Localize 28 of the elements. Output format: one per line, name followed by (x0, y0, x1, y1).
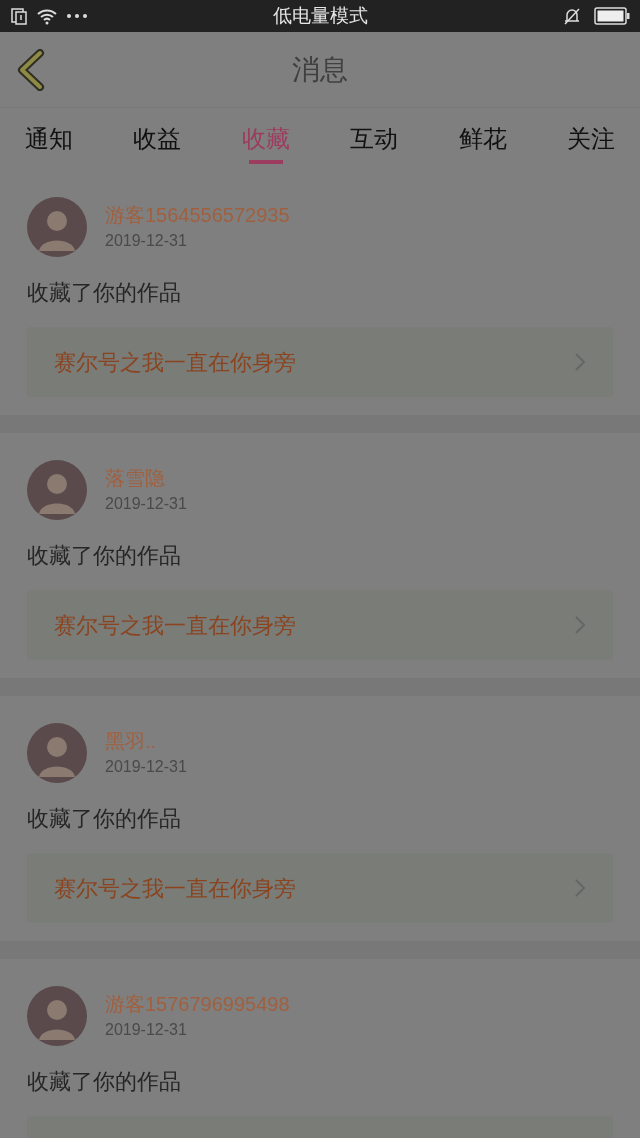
avatar-icon (27, 723, 87, 783)
user-name[interactable]: 落雪隐 (105, 466, 187, 490)
user-name[interactable]: 黑羽.. (105, 729, 187, 753)
avatar-icon (27, 986, 87, 1046)
tab[interactable]: 关注 (566, 108, 615, 170)
page-title: 消息 (292, 52, 348, 87)
sim-icon (10, 7, 28, 25)
tab[interactable]: 收藏 (241, 108, 290, 170)
message-text: 收藏了你的作品 (27, 1068, 182, 1096)
tab[interactable]: 互动 (350, 108, 399, 170)
work-link[interactable]: 赛尔号之我一直在你身旁 (27, 853, 613, 923)
tab[interactable]: 鲜花 (458, 108, 507, 170)
avatar-icon (27, 460, 87, 520)
work-link[interactable]: 赛尔号之我一直在你身旁 (27, 327, 613, 397)
avatar-icon (27, 197, 87, 257)
status-text: 低电量模式 (272, 3, 368, 28)
message-text: 收藏了你的作品 (27, 279, 182, 307)
tab[interactable]: 收益 (133, 108, 182, 170)
battery-icon (594, 7, 630, 25)
bell-off-icon (562, 6, 582, 26)
more-icon (66, 13, 88, 19)
tab[interactable]: 通知 (25, 108, 73, 170)
user-name[interactable]: 游客1564556572935 (105, 203, 290, 227)
work-link[interactable]: 赛尔号之我一直在你身旁 (27, 590, 613, 660)
message-text: 收藏了你的作品 (27, 542, 182, 570)
message-text: 收藏了你的作品 (27, 805, 182, 833)
wifi-icon (36, 7, 58, 25)
user-name[interactable]: 游客1576796995498 (105, 992, 290, 1016)
